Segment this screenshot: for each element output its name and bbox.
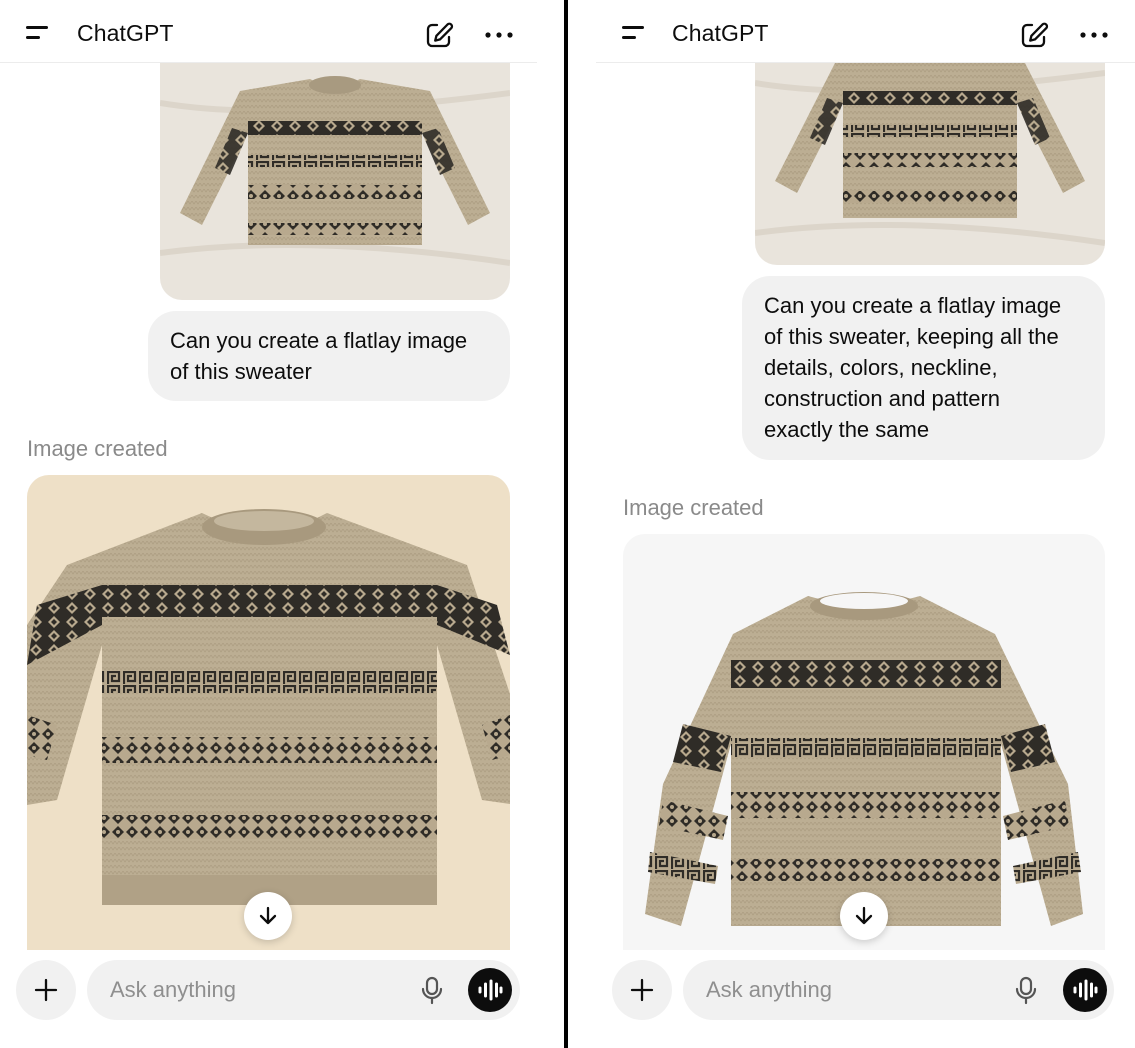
more-icon[interactable] xyxy=(483,19,515,51)
add-attachment-button[interactable] xyxy=(16,960,76,1020)
voice-mode-icon xyxy=(478,979,503,1001)
scroll-down-button[interactable] xyxy=(840,892,888,940)
top-bar: ChatGPT xyxy=(569,0,1135,63)
arrow-down-icon xyxy=(259,906,277,925)
app-title: ChatGPT xyxy=(77,20,174,46)
chat-panel-right: ChatGPT Can you create a flatlay image o… xyxy=(569,0,1135,1048)
more-icon[interactable] xyxy=(1078,19,1110,51)
input-placeholder: Ask anything xyxy=(110,977,236,1002)
image-created-label: Image created xyxy=(623,495,764,520)
message-line: of this sweater xyxy=(170,359,312,384)
voice-mode-icon xyxy=(1073,979,1098,1001)
message-line: of this sweater, keeping all the xyxy=(764,324,1059,349)
generated-flatlay-image[interactable] xyxy=(623,534,1105,950)
composer: Ask anything xyxy=(0,950,563,1048)
message-line: exactly the same xyxy=(764,417,930,442)
menu-icon[interactable] xyxy=(618,19,650,49)
message-line: details, colors, neckline, xyxy=(764,355,998,380)
voice-mode-button[interactable] xyxy=(468,968,512,1012)
top-bar: ChatGPT xyxy=(0,0,563,63)
chat-panel-left: ChatGPT Can you create a flatlay image o… xyxy=(0,0,563,1048)
composer: Ask anything xyxy=(569,950,1135,1048)
add-attachment-button[interactable] xyxy=(612,960,672,1020)
voice-mode-button[interactable] xyxy=(1063,968,1107,1012)
uploaded-sweater-photo[interactable] xyxy=(755,63,1105,265)
arrow-down-icon xyxy=(855,906,873,925)
menu-icon[interactable] xyxy=(22,19,54,49)
image-created-label: Image created xyxy=(27,436,168,461)
message-line: construction and pattern xyxy=(764,386,1001,411)
plus-icon xyxy=(34,978,58,1002)
mic-icon[interactable] xyxy=(417,975,447,1005)
message-line: Can you create a flatlay image xyxy=(764,293,1062,318)
edit-icon[interactable] xyxy=(1018,19,1050,51)
plus-icon xyxy=(630,978,654,1002)
generated-flatlay-image[interactable] xyxy=(27,475,510,950)
scroll-down-button[interactable] xyxy=(244,892,292,940)
app-title: ChatGPT xyxy=(672,20,769,46)
message-input[interactable]: Ask anything xyxy=(683,960,1114,1020)
user-message-bubble: Can you create a flatlay image of this s… xyxy=(148,311,510,401)
mic-icon[interactable] xyxy=(1011,975,1041,1005)
uploaded-sweater-photo[interactable] xyxy=(160,63,510,300)
message-line: Can you create a flatlay image xyxy=(170,328,468,353)
message-input[interactable]: Ask anything xyxy=(87,960,520,1020)
input-placeholder: Ask anything xyxy=(706,977,832,1002)
edit-icon[interactable] xyxy=(423,19,455,51)
user-message-bubble: Can you create a flatlay image of this s… xyxy=(742,276,1105,460)
